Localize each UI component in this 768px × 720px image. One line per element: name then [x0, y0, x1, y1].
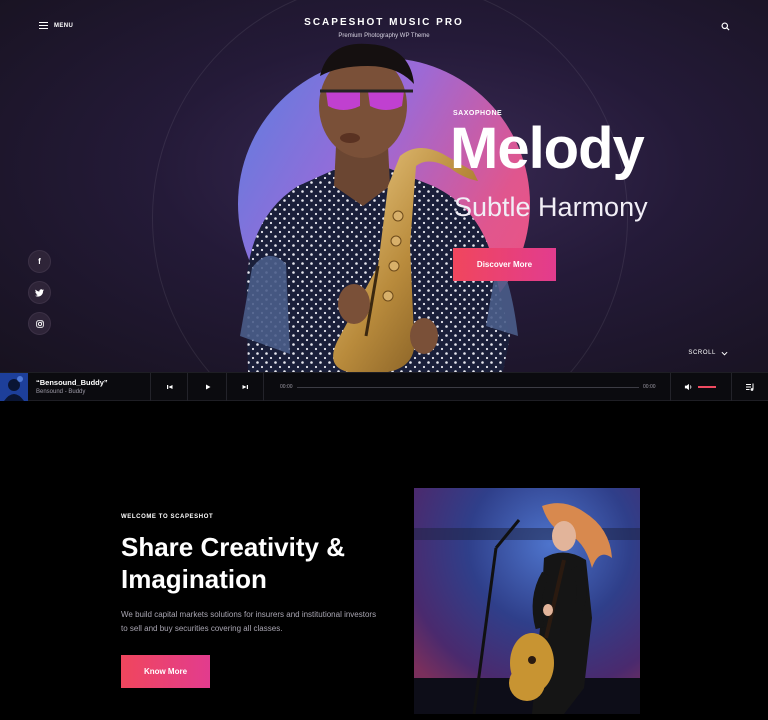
progress-bar[interactable]	[297, 387, 639, 388]
know-more-button[interactable]: Know More	[121, 655, 210, 688]
welcome-description: We build capital markets solutions for i…	[121, 610, 377, 633]
player-divider	[150, 373, 151, 401]
track-title: “Bensound_Buddy”	[36, 378, 108, 387]
player-divider	[263, 373, 264, 401]
play-button[interactable]	[203, 382, 213, 392]
search-icon[interactable]	[721, 22, 730, 31]
player-divider	[187, 373, 188, 401]
welcome-kicker: WELCOME TO SCAPESHOT	[121, 514, 214, 520]
site-title[interactable]: SCAPESHOT MUSIC PRO	[0, 17, 768, 28]
current-time: 00:00	[280, 384, 293, 390]
player-divider	[226, 373, 227, 401]
chevron-down-icon	[721, 351, 728, 356]
instagram-link[interactable]	[28, 312, 51, 335]
track-cover-art	[0, 373, 28, 401]
facebook-icon: f	[38, 257, 41, 266]
previous-track-button[interactable]	[165, 382, 175, 392]
hero-section: MENU SCAPESHOT MUSIC PRO Premium Photogr…	[0, 0, 768, 372]
volume-slider[interactable]	[698, 386, 716, 388]
scroll-indicator[interactable]: SCROLL	[688, 350, 728, 356]
playlist-icon[interactable]	[745, 382, 755, 392]
scroll-label: SCROLL	[688, 350, 716, 356]
welcome-title: Share Creativity & Imagination	[121, 532, 345, 594]
social-links: f	[28, 250, 51, 335]
instagram-icon	[35, 319, 44, 328]
player-divider	[731, 373, 732, 401]
hero-subtitle: Subtle Harmony	[454, 192, 648, 222]
volume-icon[interactable]	[684, 382, 693, 392]
facebook-link[interactable]: f	[28, 250, 51, 273]
twitter-icon	[35, 288, 44, 297]
guitarist-concert-photo	[414, 488, 640, 714]
hero-title: Melody	[450, 116, 645, 181]
twitter-link[interactable]	[28, 281, 51, 304]
track-artist: Bensound - Buddy	[36, 389, 86, 395]
total-time: 00:00	[643, 384, 656, 390]
audio-player: “Bensound_Buddy” Bensound - Buddy 00:00 …	[0, 372, 768, 401]
next-track-button[interactable]	[240, 382, 250, 392]
discover-more-button[interactable]: Discover More	[453, 248, 556, 281]
player-divider	[670, 373, 671, 401]
